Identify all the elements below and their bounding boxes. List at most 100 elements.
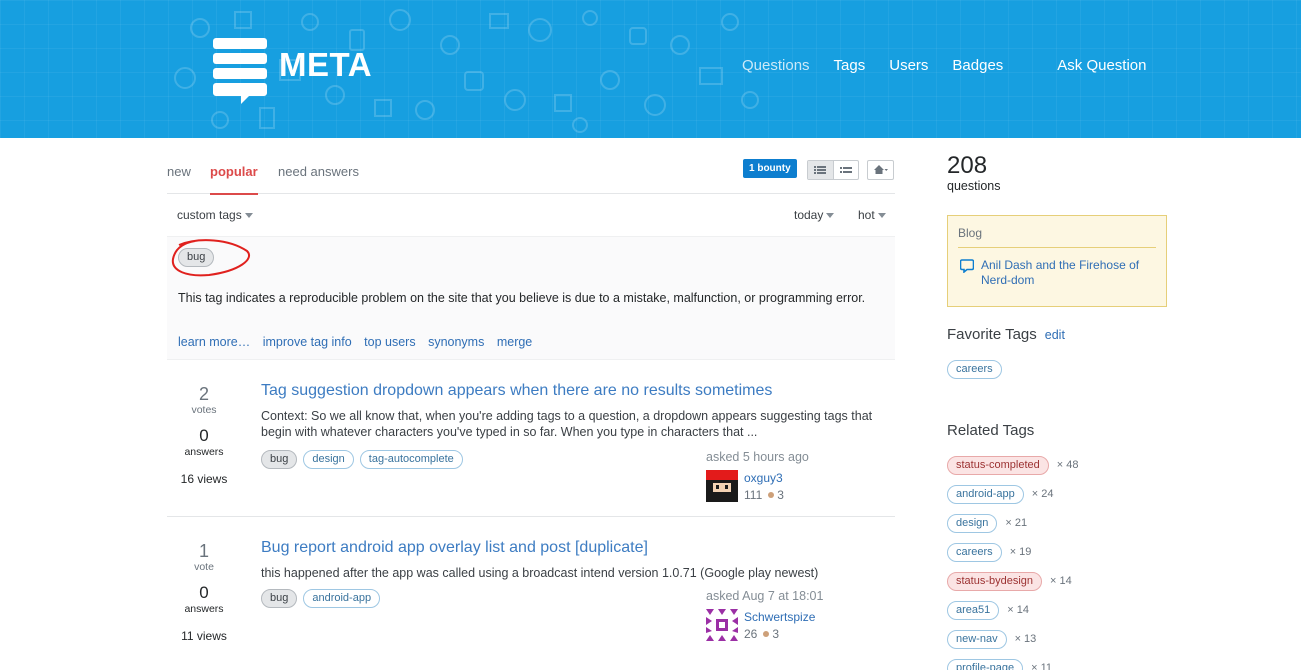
nav-users[interactable]: Users xyxy=(889,57,928,74)
tag-count: × 14 xyxy=(1007,604,1029,616)
merge-link[interactable]: merge xyxy=(497,335,532,349)
vote-count: 1 xyxy=(198,541,209,561)
question-title-link[interactable]: Bug report android app overlay list and … xyxy=(261,539,648,557)
related-tag-item: status-bydesign × 14 xyxy=(947,572,1078,601)
tab-need-answers[interactable]: need answers xyxy=(278,164,359,179)
chevron-down-icon xyxy=(826,213,835,218)
bronze-count: 3 xyxy=(777,488,784,502)
home-icon xyxy=(873,165,888,174)
asked-time: asked Aug 7 at 18:01 xyxy=(706,589,824,603)
tag-careers[interactable]: careers xyxy=(947,543,1002,562)
tag-bug[interactable]: bug xyxy=(261,450,298,469)
tag-android-app[interactable]: android-app xyxy=(303,589,381,608)
user-details: oxguy3 111 3 xyxy=(744,470,784,504)
custom-tags-label: custom tags xyxy=(177,208,242,222)
blog-post-link[interactable]: Anil Dash and the Firehose of Nerd-dom xyxy=(981,258,1161,288)
reputation: 111 3 xyxy=(744,487,784,504)
tag-bug[interactable]: bug xyxy=(261,589,298,608)
tag-excerpt: This tag indicates a reproducible proble… xyxy=(178,291,866,305)
favorite-tags-list: careers xyxy=(947,360,1002,379)
meta-logo-icon xyxy=(213,38,267,104)
bounty-button[interactable]: 1 bounty xyxy=(743,159,797,178)
tag-design[interactable]: design xyxy=(947,514,998,533)
tag-status-bydesign[interactable]: status-bydesign xyxy=(947,572,1043,591)
answer-label: answers xyxy=(184,603,224,615)
question-title-link[interactable]: Tag suggestion dropdown appears when the… xyxy=(261,382,772,400)
period-label: today xyxy=(794,208,824,222)
blog-widget: Blog Anil Dash and the Firehose of Nerd-… xyxy=(947,215,1167,307)
site-header: META Questions Tags Users Badges Ask Que… xyxy=(0,0,1301,138)
sort-label: hot xyxy=(858,208,875,222)
meta-logo[interactable]: META xyxy=(213,38,373,108)
user-name-link[interactable]: oxguy3 xyxy=(744,470,784,487)
tag-tag-autocomplete[interactable]: tag-autocomplete xyxy=(359,450,463,469)
custom-tags-dropdown[interactable]: custom tags xyxy=(177,208,253,222)
user-card: Schwertspize 26 3 xyxy=(706,609,815,643)
tag-count: × 19 xyxy=(1009,546,1032,558)
nav-questions[interactable]: Questions xyxy=(742,57,810,74)
related-tag-item: careers × 19 xyxy=(947,543,1078,572)
main-content: new popular need answers 1 bounty custom… xyxy=(167,138,895,670)
tag-android-app[interactable]: android-app xyxy=(947,485,1024,504)
synonyms-link[interactable]: synonyms xyxy=(428,335,484,349)
tag-careers[interactable]: careers xyxy=(947,360,1002,379)
vote-count: 2 xyxy=(198,384,209,404)
vote-label: votes xyxy=(191,404,217,416)
question-excerpt: Context: So we all know that, when you'r… xyxy=(261,409,873,439)
tag-count: × 14 xyxy=(1050,575,1072,587)
tag-design[interactable]: design xyxy=(303,450,354,469)
tag-count: × 21 xyxy=(1005,517,1028,529)
vote-label: vote xyxy=(194,561,214,573)
reputation-score: 111 xyxy=(744,488,763,502)
question-tags: bug android-app xyxy=(261,589,381,608)
reputation-score: 26 xyxy=(744,627,758,641)
related-tag-item: status-completed × 48 xyxy=(947,456,1078,485)
ask-question-button[interactable]: Ask Question xyxy=(1057,57,1146,74)
tag-count: × 48 xyxy=(1056,459,1079,471)
detailed-view-icon[interactable] xyxy=(808,161,834,179)
favorite-tags-heading: Favorite Tags edit xyxy=(947,326,1065,343)
compact-view-icon[interactable] xyxy=(834,161,859,179)
sort-dropdown[interactable]: hot xyxy=(858,208,886,222)
top-users-link[interactable]: top users xyxy=(364,335,415,349)
related-tag-item: profile-page × 11 xyxy=(947,659,1078,670)
home-dropdown-button[interactable] xyxy=(867,160,894,180)
answer-label: answers xyxy=(184,446,224,458)
question-tags: bug design tag-autocomplete xyxy=(261,450,463,469)
question-summary: 1 vote 0 answers 11 views Bug report and… xyxy=(167,517,895,670)
question-excerpt: this happened after the app was called u… xyxy=(261,566,819,580)
reputation: 26 3 xyxy=(744,626,815,643)
related-tags-list: status-completed × 48 android-app × 24 des… xyxy=(947,456,1078,670)
divider xyxy=(958,247,1156,248)
user-card: oxguy3 111 3 xyxy=(706,470,784,504)
bronze-count: 3 xyxy=(772,627,780,641)
answer-count: 0 xyxy=(199,583,209,602)
avatar[interactable] xyxy=(706,470,738,502)
tag-new-nav[interactable]: new-nav xyxy=(947,630,1007,649)
question-stats: 2 votes 0 answers 16 views xyxy=(167,384,241,486)
improve-tag-info-link[interactable]: improve tag info xyxy=(263,335,352,349)
period-dropdown[interactable]: today xyxy=(794,208,835,222)
related-tag-item: design × 21 xyxy=(947,514,1078,543)
tag-profile-page[interactable]: profile-page xyxy=(947,659,1024,670)
learn-more-link[interactable]: learn more… xyxy=(178,335,250,349)
tab-new[interactable]: new xyxy=(167,164,191,179)
top-nav: Questions Tags Users Badges Ask Question xyxy=(742,57,1147,74)
related-tag-item: area51 × 14 xyxy=(947,601,1078,630)
blog-title: Blog xyxy=(958,226,983,240)
favorite-tags-title: Favorite Tags xyxy=(947,326,1037,343)
edit-favorite-tags-link[interactable]: edit xyxy=(1045,328,1065,342)
view-toggle xyxy=(807,160,859,180)
bronze-badge-icon xyxy=(768,492,775,498)
answer-count: 0 xyxy=(199,426,209,445)
tab-popular[interactable]: popular xyxy=(210,164,258,195)
logo-text: META xyxy=(279,46,373,83)
nav-tags[interactable]: Tags xyxy=(834,57,866,74)
user-details: Schwertspize 26 3 xyxy=(744,609,815,643)
tag-status-completed[interactable]: status-completed xyxy=(947,456,1049,475)
related-tag-item: new-nav × 13 xyxy=(947,630,1078,659)
avatar[interactable] xyxy=(706,609,738,641)
nav-badges[interactable]: Badges xyxy=(952,57,1003,74)
tag-area51[interactable]: area51 xyxy=(947,601,1000,620)
user-name-link[interactable]: Schwertspize xyxy=(744,609,815,626)
